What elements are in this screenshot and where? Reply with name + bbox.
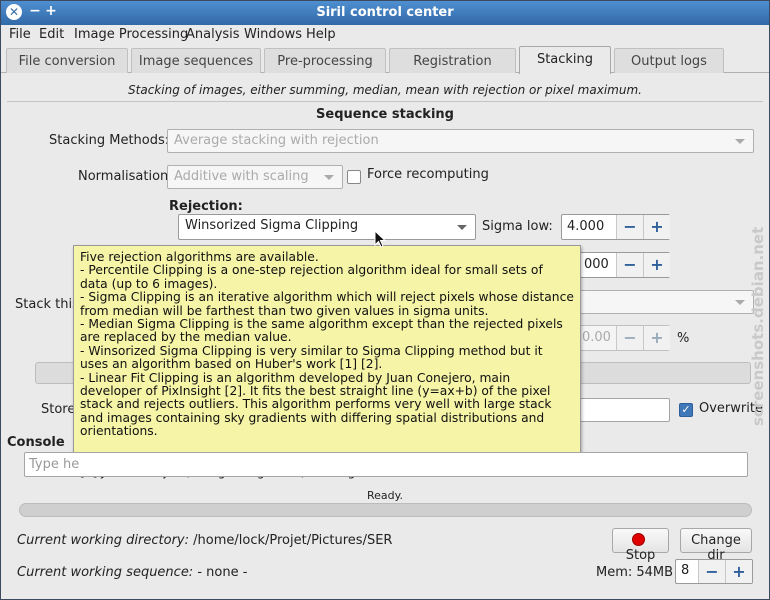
sigma-high-value: 000 — [584, 257, 609, 272]
plus-icon[interactable]: + — [643, 253, 670, 277]
percent-value: 0.00 — [582, 330, 611, 345]
minus-icon[interactable]: − — [698, 560, 725, 583]
stop-label: Stop — [625, 548, 656, 563]
tab-registration[interactable]: Registration — [389, 48, 516, 73]
stacking-methods-label: Stacking Methods: — [49, 133, 170, 148]
progress-bar — [19, 503, 752, 517]
threads-value: 8 — [681, 563, 690, 578]
notebook-tabs: File conversion Image sequences Pre-proc… — [1, 46, 769, 74]
tab-file-conversion[interactable]: File conversion — [6, 48, 128, 73]
chevron-down-icon — [457, 225, 467, 230]
sequence-line: Current working sequence: - none - — [17, 565, 247, 580]
normalisation-value: Additive with scaling — [174, 169, 309, 184]
rejection-tooltip: Five rejection algorithms are available.… — [73, 245, 581, 478]
normalisation-label: Normalisation: — [78, 169, 173, 184]
rejection-label: Rejection: — [169, 199, 243, 214]
normalisation-combo[interactable]: Additive with scaling — [167, 165, 343, 189]
tab-output-logs[interactable]: Output logs — [614, 48, 724, 73]
chevron-down-icon — [735, 139, 745, 144]
chevron-down-icon — [324, 175, 334, 180]
menu-image-processing[interactable]: Image Processing — [74, 27, 188, 42]
store-label: Store — [41, 402, 76, 417]
stacking-methods-value: Average stacking with rejection — [174, 133, 379, 148]
cwd-value: /home/lock/Projet/Pictures/SER — [193, 533, 393, 548]
stacking-methods-combo[interactable]: Average stacking with rejection — [167, 129, 754, 153]
minus-icon[interactable]: − — [616, 326, 643, 350]
sigma-low-spinner[interactable]: 4.000 − + — [561, 214, 670, 240]
menu-windows[interactable]: Windows — [244, 27, 302, 42]
sigma-low-value: 4.000 — [567, 219, 605, 234]
threads-spinner[interactable]: 8 − + — [675, 559, 753, 584]
percent-symbol: % — [677, 331, 690, 346]
siril-window: ✕ − + Siril control center File Edit Ima… — [0, 0, 770, 600]
force-recomputing-label: Force recomputing — [367, 167, 489, 182]
seq-value: - none - — [197, 565, 248, 580]
console-placeholder: Type he — [29, 457, 80, 472]
seq-label: Current working sequence: — [17, 565, 194, 580]
rejection-value: Winsorized Sigma Clipping — [185, 218, 359, 233]
tab-stacking[interactable]: Stacking — [519, 46, 611, 74]
title-bar: ✕ − + Siril control center — [1, 1, 769, 25]
menu-edit[interactable]: Edit — [39, 27, 64, 42]
chevron-down-icon — [735, 300, 745, 305]
mouse-cursor-icon — [374, 230, 387, 248]
menu-file[interactable]: File — [9, 27, 31, 42]
stacking-description: Stacking of images, either summing, medi… — [128, 83, 642, 97]
cwd-label: Current working directory: — [17, 533, 189, 548]
stack-this-combo[interactable] — [561, 290, 754, 314]
mem-usage: Mem: 54MB — [596, 565, 674, 580]
plus-icon[interactable]: + — [725, 560, 752, 583]
plus-icon[interactable]: + — [643, 215, 670, 239]
force-recomputing-checkbox[interactable] — [347, 170, 361, 184]
tab-pre-processing[interactable]: Pre-processing — [264, 48, 386, 73]
status-text: Ready. — [366, 489, 404, 502]
sigma-low-label: Sigma low: — [482, 219, 553, 234]
plus-icon[interactable]: + — [643, 326, 670, 350]
console-input[interactable]: Type he — [24, 452, 748, 477]
menu-help[interactable]: Help — [306, 27, 336, 42]
stop-button[interactable]: Stop — [612, 528, 669, 563]
stack-this-label: Stack this — [15, 297, 79, 312]
watermark: screenshots.debian.net — [749, 226, 767, 426]
section-title: Sequence stacking — [316, 107, 454, 122]
minus-icon[interactable]: − — [616, 215, 643, 239]
change-dir-button[interactable]: Change dir — [680, 528, 752, 563]
stop-icon — [632, 533, 645, 546]
overwrite-checkbox[interactable]: ✓ — [679, 403, 693, 417]
menu-analysis[interactable]: Analysis — [186, 27, 240, 42]
cwd-line: Current working directory: /home/lock/Pr… — [17, 533, 392, 548]
menu-bar: File Edit Image Processing Analysis Wind… — [1, 25, 769, 45]
console-label: Console — [7, 435, 65, 450]
tab-image-sequences[interactable]: Image sequences — [131, 48, 261, 73]
minus-icon[interactable]: − — [616, 253, 643, 277]
window-title: Siril control center — [316, 5, 454, 20]
rejection-combo[interactable]: Winsorized Sigma Clipping — [178, 214, 476, 240]
